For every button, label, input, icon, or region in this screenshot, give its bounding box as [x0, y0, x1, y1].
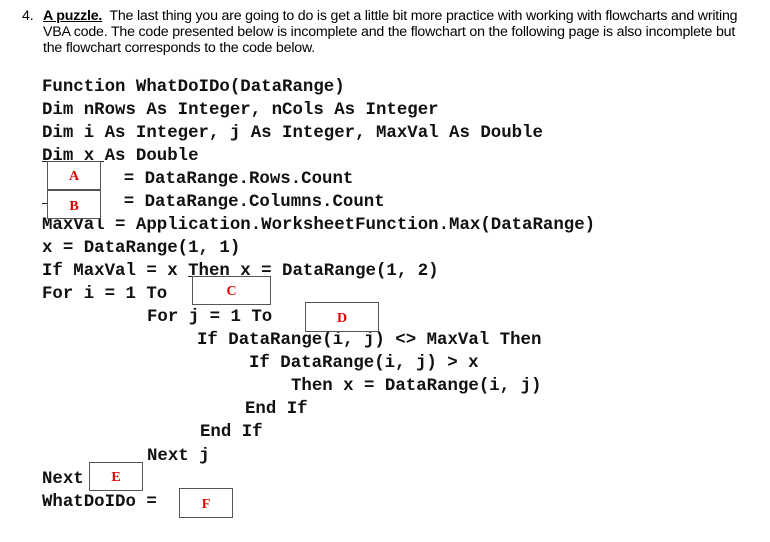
code-line-dim-rows-cols: Dim nRows As Integer, nCols As Integer: [42, 101, 439, 120]
code-line-if-not-max: If DataRange(i, j) <> MaxVal Then: [197, 331, 542, 350]
blank-box-b: B: [47, 190, 101, 219]
question-number: 4.: [22, 8, 34, 24]
question-text: The last thing you are going to do is ge…: [43, 8, 738, 56]
code-line-columns-count: = DataRange.Columns.Count: [82, 193, 385, 212]
code-line-if-greater: If DataRange(i, j) > x: [249, 354, 479, 373]
blank-box-f: F: [179, 488, 233, 518]
code-line-rows-count: = DataRange.Rows.Count: [82, 170, 354, 189]
code-line-x-init: x = DataRange(1, 1): [42, 239, 241, 258]
question-heading: A puzzle.: [43, 8, 103, 24]
code-line-dim-i-j-maxval: Dim i As Integer, j As Integer, MaxVal A…: [42, 124, 543, 143]
blank-box-a: A: [47, 161, 101, 190]
blank-box-c: C: [192, 276, 271, 305]
blank-box-d: D: [305, 302, 379, 332]
code-line-function: Function WhatDoIDo(DataRange): [42, 78, 345, 97]
code-line-next-i: Next: [42, 470, 84, 489]
question-body: A puzzle. The last thing you are going t…: [43, 8, 752, 56]
question-intro: 4. A puzzle. The last thing you are goin…: [22, 8, 752, 56]
code-line-maxval: MaxVal = Application.WorksheetFunction.M…: [42, 216, 596, 235]
code-line-return: WhatDoIDo =: [42, 493, 157, 512]
code-line-then-assign: Then x = DataRange(i, j): [291, 377, 542, 396]
code-line-next-j: Next j: [147, 447, 210, 466]
code-line-for-i: For i = 1 To: [42, 285, 168, 304]
code-line-for-j: For j = 1 To: [147, 308, 273, 327]
code-line-end-if-inner: End If: [245, 400, 308, 419]
blank-box-e: E: [89, 462, 143, 491]
code-line-end-if-outer: End If: [200, 423, 263, 442]
